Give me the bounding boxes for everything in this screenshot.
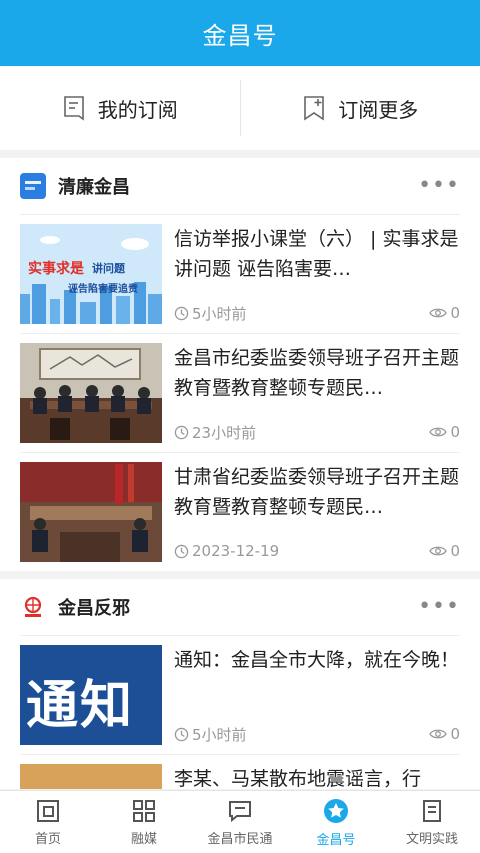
channel-header[interactable]: 金昌反邪 •••	[0, 579, 480, 635]
home-icon	[35, 798, 61, 824]
view-count: 0	[450, 542, 460, 560]
subscribe-more-button[interactable]: 订阅更多	[241, 66, 480, 150]
bookmark-add-icon	[302, 95, 326, 121]
view-count: 0	[450, 304, 460, 322]
list-item[interactable]: 通知 通知：金昌全市大降，就在今晚！ 5小时前 0	[20, 635, 460, 754]
tab-label: 首页	[34, 831, 61, 847]
thumb-bottom-text: 诬告陷害要追责	[68, 284, 138, 295]
book-icon	[419, 798, 445, 824]
tab-jinchang-hao[interactable]: 金昌号	[288, 791, 384, 853]
list-item[interactable]: 实事求是 讲问题 诬告陷害要追责 信访举报小课堂（六） | 实事求是讲问题 诬告…	[20, 214, 460, 333]
tab-label: 文明实践	[405, 831, 458, 847]
tab-citizen-service[interactable]: 金昌市民通	[192, 791, 288, 853]
eye-icon	[429, 426, 448, 438]
clock-icon	[174, 425, 189, 440]
article-thumbnail	[20, 343, 162, 443]
grid-icon	[131, 798, 157, 824]
channel-section-fanxie: 金昌反邪 ••• 通知 通知：金昌全市大降，就在今晚！ 5小时前 0 李某、马某…	[0, 579, 480, 789]
app-header: 金昌号	[0, 0, 480, 66]
channel-logo	[20, 594, 46, 620]
page-title: 金昌号	[202, 21, 278, 50]
article-title: 金昌市纪委监委领导班子召开主题教育暨教育整顿专题民…	[174, 347, 460, 399]
list-item[interactable]: 甘肃省纪委监委领导班子召开主题教育暨教育整顿专题民… 2023-12-19 0	[20, 452, 460, 571]
article-time: 23小时前	[192, 423, 257, 442]
bottom-tab-bar: 首页 融媒 金昌市民通 金昌号 文明实践	[0, 790, 480, 853]
article-thumbnail: 实事求是 讲问题 诬告陷害要追责	[20, 224, 162, 324]
channel-section-qinglian: 清廉金昌 ••• 实事求是 讲问题 诬告陷害要追责 信访举报小课堂（六） | 实…	[0, 158, 480, 571]
tab-civilization[interactable]: 文明实践	[384, 791, 480, 853]
thumb-blue-text: 讲问题	[92, 262, 125, 275]
view-count: 0	[450, 725, 460, 743]
article-time: 5小时前	[192, 304, 247, 323]
eye-icon	[429, 728, 448, 740]
tab-label: 融媒	[130, 831, 157, 847]
article-title: 信访举报小课堂（六） | 实事求是讲问题 诬告陷害要…	[174, 228, 459, 280]
article-title: 甘肃省纪委监委领导班子召开主题教育暨教育整顿专题民…	[174, 466, 460, 518]
tab-label: 金昌号	[316, 832, 356, 848]
thumb-notice-text: 通知	[26, 676, 135, 736]
view-count: 0	[450, 423, 460, 441]
tab-label: 金昌市民通	[207, 831, 273, 847]
list-item[interactable]: 李某、马某散布地震谣言，行	[20, 754, 460, 789]
subscription-bar: 我的订阅 订阅更多	[0, 66, 480, 150]
channel-name: 金昌反邪	[58, 598, 130, 619]
my-subscriptions-button[interactable]: 我的订阅	[0, 66, 240, 150]
article-thumbnail: 通知	[20, 645, 162, 745]
clock-icon	[174, 306, 189, 321]
tab-media[interactable]: 融媒	[96, 791, 192, 853]
thumb-red-text: 实事求是	[28, 261, 84, 277]
channel-logo	[20, 173, 46, 199]
article-title: 通知：金昌全市大降，就在今晚！	[174, 649, 460, 671]
more-options-icon[interactable]: •••	[418, 175, 460, 197]
clock-icon	[174, 727, 189, 742]
article-time: 5小时前	[192, 725, 247, 744]
subscribe-more-label: 订阅更多	[338, 97, 419, 122]
article-title: 李某、马某散布地震谣言，行	[174, 768, 422, 789]
article-time: 2023-12-19	[192, 542, 280, 560]
eye-icon	[429, 307, 448, 319]
list-item[interactable]: 金昌市纪委监委领导班子召开主题教育暨教育整顿专题民… 23小时前 0	[20, 333, 460, 452]
star-badge-icon	[322, 797, 350, 825]
article-thumbnail	[20, 462, 162, 562]
tab-home[interactable]: 首页	[0, 791, 96, 853]
more-options-icon[interactable]: •••	[418, 596, 460, 618]
my-subscriptions-label: 我的订阅	[97, 97, 178, 122]
chat-icon	[227, 798, 253, 824]
channel-header[interactable]: 清廉金昌 •••	[0, 158, 480, 214]
clock-icon	[174, 544, 189, 559]
eye-icon	[429, 545, 448, 557]
article-thumbnail	[20, 764, 162, 789]
channel-name: 清廉金昌	[58, 177, 130, 198]
document-icon	[62, 95, 86, 121]
